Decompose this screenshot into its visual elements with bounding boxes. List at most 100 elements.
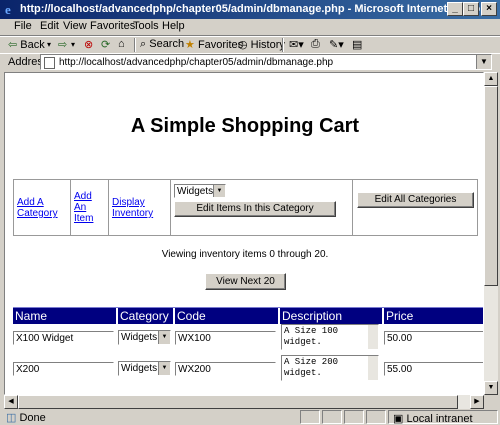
maximize-button[interactable]: □ [463, 2, 479, 16]
refresh-icon[interactable]: ⟳ [101, 38, 110, 51]
back-dropdown-icon[interactable]: ▾ [47, 40, 51, 49]
page-done-icon: ◫ [6, 412, 17, 424]
chevron-down-icon: ▼ [158, 331, 170, 344]
back-label: Back [20, 39, 45, 51]
address-bar: Address http://localhost/advancedphp/cha… [0, 53, 500, 70]
name-input[interactable]: X200 [13, 362, 114, 376]
scroll-right-icon[interactable]: ▶ [470, 395, 484, 409]
back-arrow-icon: ⇦ [8, 39, 18, 51]
menu-help[interactable]: Help [162, 20, 185, 32]
favorites-label: Favorites [197, 39, 244, 51]
price-input[interactable]: 50.00 [384, 331, 483, 345]
chevron-down-icon: ▼ [213, 185, 225, 197]
header-description: Description [282, 309, 343, 323]
stop-icon[interactable]: ⊗ [84, 38, 93, 51]
status-pane [366, 410, 386, 424]
window-title: http://localhost/advancedphp/chapter05/a… [20, 3, 495, 15]
nav-table: Add A Category Add An Item Display Inventory… [13, 179, 478, 236]
forward-button[interactable]: ⇨ [58, 38, 67, 51]
header-divider [173, 308, 175, 324]
category-row-select[interactable]: Widgets ▼ [118, 361, 171, 376]
textarea-scrollbar[interactable] [368, 356, 378, 380]
home-icon[interactable]: ⌂ [118, 38, 125, 50]
nav-cell-add-category: Add A Category [14, 180, 71, 235]
svg-text:e: e [5, 2, 11, 16]
status-pane [322, 410, 342, 424]
header-divider [116, 308, 118, 324]
toolbar-separator [134, 38, 136, 52]
address-url: http://localhost/advancedphp/chapter05/a… [59, 57, 334, 68]
nav-cell-category-edit: Widgets ▼ Edit Items In this Category [171, 180, 353, 235]
category-row-select[interactable]: Widgets ▼ [118, 330, 171, 345]
add-item-link[interactable]: Add An Item [74, 191, 93, 224]
header-code: Code [177, 309, 206, 323]
description-textarea[interactable]: A Size 100 widget. [281, 324, 379, 350]
toolbar: ⇦ Back ▾ ⇨ ▾ ⊗ ⟳ ⌂ ⌕ Search ★ Favorites … [0, 36, 500, 54]
menu-tools[interactable]: Tools [133, 20, 159, 32]
nav-cell-add-item: Add An Item [71, 180, 109, 235]
toolbar-separator [282, 38, 284, 52]
menu-favorites[interactable]: Favorites [90, 20, 135, 32]
display-inventory-link[interactable]: Display Inventory [112, 197, 153, 219]
favorites-icon: ★ [185, 39, 195, 51]
header-price: Price [386, 309, 414, 323]
history-label: History [250, 39, 285, 51]
viewing-status-text: Viewing inventory items 0 through 20. [161, 249, 329, 260]
discuss-icon[interactable]: ▤ [352, 38, 362, 51]
page-icon [44, 57, 55, 69]
zone-label: Local intranet [406, 413, 473, 425]
intranet-icon: ▣ [393, 413, 404, 425]
status-bar: ◫ Done ▣ Local intranet [0, 409, 500, 425]
horizontal-scrollbar[interactable]: ◀ ▶ [4, 395, 484, 409]
search-button[interactable]: ⌕ Search [140, 38, 184, 51]
view-next-button[interactable]: View Next 20 [205, 273, 286, 290]
inventory-table-header: Name Category Code Description Price [13, 307, 483, 324]
search-label: Search [149, 38, 185, 50]
minimize-button[interactable]: _ [447, 2, 463, 16]
textarea-scrollbar[interactable] [368, 325, 378, 349]
code-input[interactable]: WX100 [175, 331, 276, 345]
header-divider [278, 308, 280, 324]
vertical-scrollbar[interactable]: ▲ ▼ [484, 72, 498, 395]
edit-items-button[interactable]: Edit Items In this Category [174, 201, 336, 217]
header-divider [382, 308, 384, 324]
scroll-up-icon[interactable]: ▲ [484, 72, 498, 86]
description-textarea[interactable]: A Size 200 widget. [281, 355, 379, 381]
menu-edit[interactable]: Edit [40, 20, 59, 32]
history-icon: ◷ [238, 39, 248, 51]
mail-icon[interactable]: ✉▾ [289, 38, 304, 51]
back-button[interactable]: ⇦ Back [8, 38, 45, 51]
edit-icon[interactable]: ✎▾ [329, 38, 344, 51]
code-input[interactable]: WX200 [175, 362, 276, 376]
favorites-button[interactable]: ★ Favorites [185, 38, 243, 51]
page-viewport: A Simple Shopping Cart Add A Category Add… [4, 72, 484, 395]
chevron-down-icon: ▼ [158, 362, 170, 375]
nav-cell-display-inventory: Display Inventory [109, 180, 171, 235]
menu-bar: File Edit View Favorites Tools Help [0, 19, 500, 36]
menu-view[interactable]: View [63, 20, 87, 32]
name-input[interactable]: X100 Widget [13, 331, 114, 345]
scroll-left-icon[interactable]: ◀ [4, 395, 18, 409]
category-select[interactable]: Widgets ▼ [174, 184, 226, 198]
address-dropdown-icon[interactable]: ▼ [476, 55, 491, 69]
edit-all-categories-button[interactable]: Edit All Categories [357, 192, 474, 208]
print-icon[interactable]: ⎙ [311, 38, 320, 51]
price-input[interactable]: 55.00 [384, 362, 483, 376]
title-bar: e http://localhost/advancedphp/chapter05… [0, 0, 500, 19]
add-category-link[interactable]: Add A Category [17, 197, 58, 219]
zone-pane: ▣ Local intranet [388, 410, 498, 425]
ie-logo-icon: e [5, 2, 11, 16]
menu-file[interactable]: File [14, 20, 32, 32]
scroll-thumb[interactable] [484, 86, 498, 286]
close-button[interactable]: × [481, 2, 497, 16]
address-input[interactable]: http://localhost/advancedphp/chapter05/a… [40, 54, 492, 70]
scroll-thumb-horizontal[interactable] [18, 395, 458, 409]
header-category: Category [120, 309, 169, 323]
page-heading: A Simple Shopping Cart [130, 115, 360, 137]
history-button[interactable]: ◷ History [238, 38, 285, 51]
status-pane [344, 410, 364, 424]
status-pane [300, 410, 320, 424]
scroll-down-icon[interactable]: ▼ [484, 381, 498, 395]
forward-dropdown-icon[interactable]: ▾ [71, 40, 75, 49]
search-icon: ⌕ [140, 38, 147, 50]
